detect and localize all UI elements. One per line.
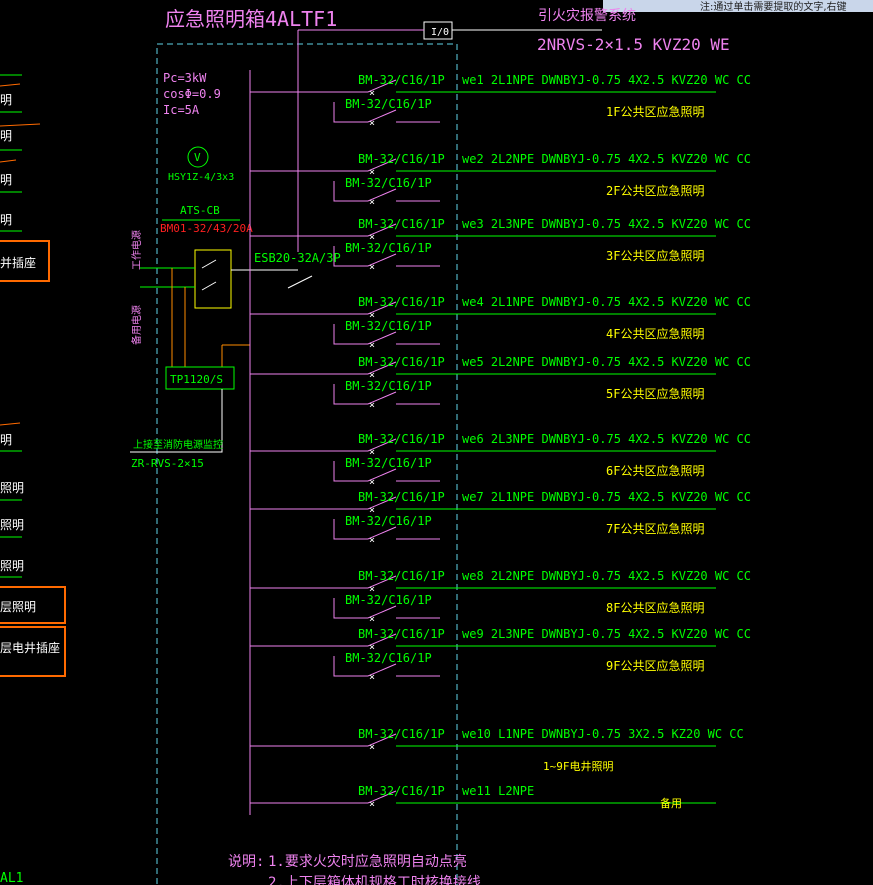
left-fragments: 明 明 明 明 并插座 明 照明 照明 照明 层照明 层电井插座 AL1 [0, 74, 66, 885]
panel-title: 应急照明箱4ALTF1 [165, 7, 337, 31]
sub-breaker-mark-5: × [369, 400, 375, 411]
circuit-breaker-label-4: BM-32/C16/1P [358, 295, 445, 309]
circuit-desc-4: 4F公共区应急照明 [606, 326, 704, 341]
circuit-breaker-label-5: BM-32/C16/1P [358, 355, 445, 369]
fire-link-cable: 2NRVS-2×1.5 KVZ20 WE [537, 35, 730, 54]
circuit-breaker-label-11: BM-32/C16/1P [358, 784, 445, 798]
ats-label: ATS-CB [180, 204, 220, 217]
left-fragment-8: 照明 [0, 559, 24, 573]
circuit-breaker-label-3: BM-32/C16/1P [358, 217, 445, 231]
circuit-desc-7: 7F公共区应急照明 [606, 521, 704, 536]
sub-breaker-label-5: BM-32/C16/1P [345, 379, 432, 393]
sub-breaker-label-7: BM-32/C16/1P [345, 514, 432, 528]
sub-breaker-label-2: BM-32/C16/1P [345, 176, 432, 190]
circuit-breaker-label-8: BM-32/C16/1P [358, 569, 445, 583]
left-fragment-9: 层照明 [0, 600, 36, 614]
sub-breaker-label-6: BM-32/C16/1P [345, 456, 432, 470]
circuit-desc-5: 5F公共区应急照明 [606, 386, 704, 401]
circuit-desc-3: 3F公共区应急照明 [606, 248, 704, 263]
circuit-desc-9: 9F公共区应急照明 [606, 658, 704, 673]
circuit-breaker-label-6: BM-32/C16/1P [358, 432, 445, 446]
circuit-cable-label-7: we7 2L1NPE DWNBYJ-0.75 4X2.5 KVZ20 WC CC [462, 490, 751, 504]
left-fragment-10: 层电井插座 [0, 640, 60, 655]
circuit-cable-label-10: we10 L1NPE DWNBYJ-0.75 3X2.5 KZ20 WC CC [462, 727, 744, 741]
meter-label: I/0 [431, 27, 449, 38]
circuit-breaker-label-9: BM-32/C16/1P [358, 627, 445, 641]
left-fragment-2: 明 [0, 173, 12, 187]
left-fragment-3: 明 [0, 213, 12, 227]
circuit-breaker-label-7: BM-32/C16/1P [358, 490, 445, 504]
circuit-breaker-label-1: BM-32/C16/1P [358, 73, 445, 87]
circuit-desc-6: 6F公共区应急照明 [606, 463, 704, 478]
sub-breaker-label-4: BM-32/C16/1P [345, 319, 432, 333]
sub-breaker-mark-3: × [369, 262, 375, 273]
notes-line-2: 2.上下层箱体机规格工时核换接线 [268, 874, 481, 885]
monitor-cable: ZR-RVS-2×15 [131, 457, 204, 470]
circuit-desc-10: 1~9F电井照明 [543, 759, 614, 773]
sub-breaker-label-3: BM-32/C16/1P [345, 241, 432, 255]
circuit-breaker-label-2: BM-32/C16/1P [358, 152, 445, 166]
sub-breaker-label-1: BM-32/C16/1P [345, 97, 432, 111]
sub-breaker-mark-7: × [369, 535, 375, 546]
left-fragment-4: 并插座 [0, 255, 36, 270]
voltmeter-model: HSY1Z-4/3x3 [168, 172, 234, 183]
circuit-cable-label-4: we4 2L1NPE DWNBYJ-0.75 4X2.5 KVZ20 WC CC [462, 295, 751, 309]
left-fragment-1: 明 [0, 129, 12, 143]
left-fragment-5: 明 [0, 433, 12, 447]
circuit-desc-11: 备用 [660, 796, 682, 810]
circuit-breaker-mark-10: × [369, 742, 375, 753]
sub-breaker-mark-2: × [369, 197, 375, 208]
voltmeter-letter: V [194, 151, 201, 164]
circuit-desc-1: 1F公共区应急照明 [606, 104, 704, 119]
sub-breaker-label-8: BM-32/C16/1P [345, 593, 432, 607]
left-fragment-0: 明 [0, 93, 12, 107]
circuit-breaker-mark-11: × [369, 799, 375, 810]
main-switch-label: ESB20-32A/3P [254, 251, 341, 265]
circuit-desc-2: 2F公共区应急照明 [606, 183, 704, 198]
sub-breaker-label-9: BM-32/C16/1P [345, 651, 432, 665]
main-switch-blade [287, 275, 313, 289]
circuit-cable-label-5: we5 2L2NPE DWNBYJ-0.75 4X2.5 KVZ20 WC CC [462, 355, 751, 369]
circuit-layer: ×BM-32/C16/1P we1 2L1NPE DWNBYJ-0.75 4X2.… [250, 73, 751, 810]
circuit-cable-label-9: we9 2L3NPE DWNBYJ-0.75 4X2.5 KVZ20 WC CC [462, 627, 751, 641]
left-fragment-11: AL1 [0, 871, 23, 885]
backup-power-label: 备用电源 [130, 305, 143, 345]
sub-breaker-mark-4: × [369, 340, 375, 351]
notes-label: 说明: [228, 854, 264, 870]
work-power-label: 工作电源 [130, 230, 143, 270]
circuit-cable-label-1: we1 2L1NPE DWNBYJ-0.75 4X2.5 KVZ20 WC CC [462, 73, 751, 87]
monitor-title: 上接至消防电源监控 [133, 438, 223, 451]
sub-breaker-mark-8: × [369, 614, 375, 625]
circuit-desc-8: 8F公共区应急照明 [606, 600, 704, 615]
circuit-cable-label-3: we3 2L3NPE DWNBYJ-0.75 4X2.5 KVZ20 WC CC [462, 217, 751, 231]
param-pc: Pc=3kW [163, 71, 207, 85]
ats-model: BM01-32/43/20A [160, 222, 253, 235]
sub-breaker-mark-6: × [369, 477, 375, 488]
sub-breaker-mark-1: × [369, 118, 375, 129]
left-fragment-7: 照明 [0, 518, 24, 532]
single-line-diagram: 应急照明箱4ALTF1 I/0 引火灾报警系统 2NRVS-2×1.5 KVZ2… [0, 7, 751, 885]
circuit-breaker-label-10: BM-32/C16/1P [358, 727, 445, 741]
module-label: TP1120/S [170, 373, 223, 386]
ats-box [194, 249, 232, 309]
ats-switch-a [201, 259, 217, 269]
circuit-cable-label-8: we8 2L2NPE DWNBYJ-0.75 4X2.5 KVZ20 WC CC [462, 569, 751, 583]
circuit-cable-label-2: we2 2L2NPE DWNBYJ-0.75 4X2.5 KVZ20 WC CC [462, 152, 751, 166]
sub-breaker-mark-9: × [369, 672, 375, 683]
fire-link-title: 引火灾报警系统 [538, 7, 636, 24]
ats-switch-b [201, 281, 217, 291]
circuit-cable-label-6: we6 2L3NPE DWNBYJ-0.75 4X2.5 KVZ20 WC CC [462, 432, 751, 446]
param-ic: Ic=5A [163, 103, 200, 117]
notes-line-1: 1.要求火灾时应急照明自动点亮 [268, 853, 467, 870]
circuit-cable-label-11: we11 L2NPE [462, 784, 534, 798]
param-cos: cosΦ=0.9 [163, 87, 221, 101]
left-fragment-6: 照明 [0, 481, 24, 495]
